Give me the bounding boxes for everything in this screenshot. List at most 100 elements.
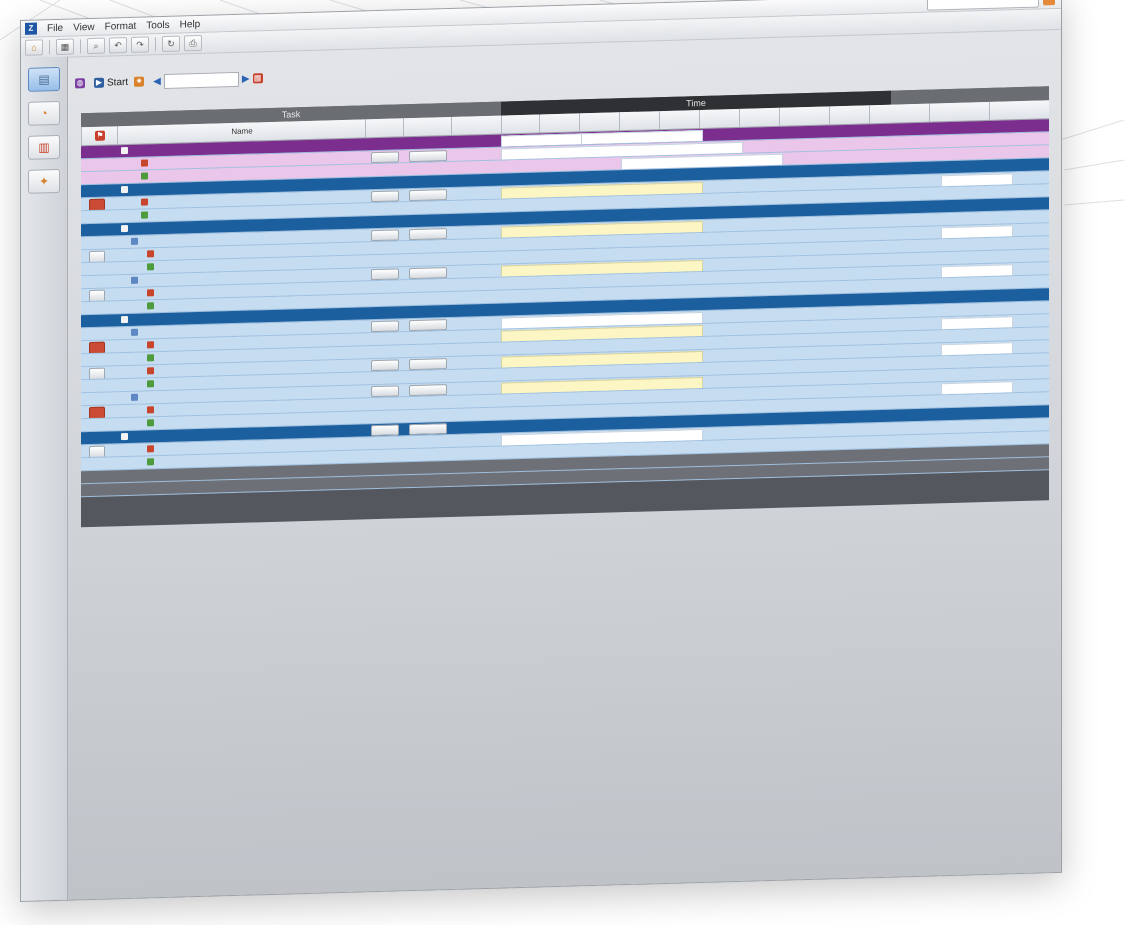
row-action-button[interactable] [409,358,447,371]
task-icon [147,367,154,375]
task-icon [147,263,154,271]
row-action-button[interactable] [371,359,399,372]
toolbar-separator [155,37,156,52]
column-header-13[interactable] [829,105,870,125]
undo-icon[interactable]: ↶ [109,37,127,54]
calendar-icon[interactable]: ▤ [28,66,60,92]
redo-icon[interactable]: ↷ [131,36,149,53]
task-icon [147,406,154,414]
app-window: Z File View Format Tools Help ⌂ ▦ ⌕ ↶ ↷ … [20,0,1062,903]
status-icon[interactable] [89,250,105,264]
task-icon [147,302,154,310]
row-action-button[interactable] [409,319,447,332]
menu-tools[interactable]: Tools [142,19,173,31]
column-header-10[interactable] [699,108,740,129]
date-navigation: ◀ ▶ ▦ [153,71,263,89]
task-icon [147,289,154,297]
task-icon [147,354,154,362]
row-action-button[interactable] [409,150,447,163]
expand-icon[interactable] [121,316,128,324]
column-header-11[interactable] [739,107,780,127]
toolbar-item-third[interactable]: ✷ [134,76,147,87]
people-icon: ◍ [75,78,85,89]
column-header-2[interactable] [365,118,404,138]
task-icon [141,172,148,181]
column-header-4[interactable] [451,115,502,135]
row-action-button[interactable] [409,384,447,397]
expand-icon[interactable] [121,186,128,194]
folder-icon [131,277,138,285]
status-icon[interactable] [89,198,105,212]
row-action-button[interactable] [371,424,399,437]
menu-file[interactable]: File [43,22,67,34]
row-action-button[interactable] [409,267,447,280]
start-icon: ▶ [94,77,104,88]
column-header-9[interactable] [659,110,700,130]
previous-arrow-icon[interactable]: ◀ [153,76,161,87]
row-action-button[interactable] [409,228,447,241]
lightbulb-icon: ✷ [134,76,145,87]
folder-icon [131,329,138,337]
calendar-picker-icon[interactable]: ▦ [252,73,263,84]
zoom-icon[interactable]: ⌕ [87,37,105,55]
app-icon: Z [25,22,37,35]
column-header-12[interactable] [779,106,830,126]
settings-icon[interactable]: ✦ [28,168,60,194]
task-icon [147,341,154,349]
toolbar-separator [49,40,50,55]
status-icon[interactable] [89,289,105,303]
tasks-icon[interactable]: ◔ [28,100,60,126]
column-header-8[interactable] [619,111,660,131]
toolbar-separator [80,39,81,54]
main-content: ◍ ▶ Start ✷ ◀ ▶ ▦ Task Time ⚑ Name [71,32,1055,899]
menu-help[interactable]: Help [176,18,205,30]
status-icon[interactable] [89,445,105,459]
status-icon[interactable] [89,341,105,355]
start-button[interactable]: ▶ Start [94,76,128,88]
chart-icon[interactable]: ▥ [28,134,60,160]
expand-icon[interactable] [121,225,128,233]
search-input[interactable] [927,0,1039,11]
row-action-button[interactable] [371,268,399,281]
expand-icon[interactable] [121,147,128,155]
date-field[interactable] [163,71,239,89]
next-arrow-icon[interactable]: ▶ [242,73,250,84]
menu-view[interactable]: View [69,21,99,33]
row-action-button[interactable] [371,385,399,398]
status-icon[interactable] [89,367,105,381]
status-icon[interactable] [89,406,105,420]
column-header-flag: ⚑ [81,126,118,146]
print-icon[interactable]: ⎙ [184,34,202,52]
menu-format[interactable]: Format [101,20,141,32]
row-action-button[interactable] [371,190,399,203]
task-icon [147,445,154,453]
left-sidebar: ▤ ◔ ▥ ✦ [21,56,68,901]
row-action-button[interactable] [409,423,447,436]
start-label: Start [107,76,129,89]
column-header-5[interactable] [501,114,540,134]
expand-icon[interactable] [121,433,128,441]
refresh-icon[interactable]: ↻ [162,35,180,53]
grid-view-icon[interactable]: ▦ [56,38,74,55]
column-header-15[interactable] [929,101,990,122]
row-action-button[interactable] [371,151,399,164]
column-header-3[interactable] [403,116,452,137]
timesheet-grid: Task Time ⚑ Name [81,86,1050,528]
column-header-7[interactable] [579,112,620,132]
task-icon [141,159,148,168]
task-icon [141,211,148,220]
column-header-6[interactable] [539,113,580,133]
column-header-16[interactable] [989,100,1050,120]
row-action-button[interactable] [409,189,447,202]
home-icon[interactable]: ⌂ [25,39,43,56]
close-icon[interactable] [1043,0,1055,6]
flag-icon: ⚑ [95,130,105,141]
folder-icon [131,394,138,402]
row-action-button[interactable] [371,229,399,242]
task-icon [147,419,154,427]
task-icon [147,380,154,388]
toolbar-item-first[interactable]: ◍ [75,78,88,89]
folder-icon [131,238,138,246]
row-action-button[interactable] [371,320,399,333]
column-header-14[interactable] [869,103,930,124]
